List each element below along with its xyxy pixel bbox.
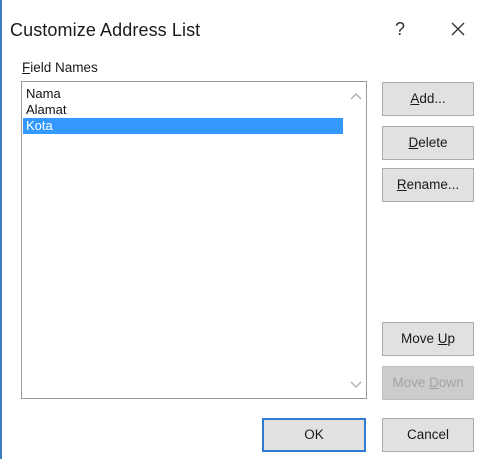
close-button[interactable] — [440, 14, 476, 44]
help-button[interactable]: ? — [382, 14, 418, 44]
ok-button[interactable]: OK — [262, 418, 366, 452]
move-up-accel: U — [437, 331, 448, 346]
add-label: dd... — [419, 91, 446, 106]
move-up-pre: Move — [400, 331, 438, 346]
move-down-button: Move Down — [382, 366, 474, 400]
delete-label: elete — [418, 135, 448, 150]
cancel-button[interactable]: Cancel — [382, 418, 474, 452]
move-down-pre: Move — [392, 375, 430, 390]
customize-address-list-dialog: Customize Address List ? Field Names Nam… — [0, 0, 482, 459]
delete-button[interactable]: Delete — [382, 126, 474, 160]
dialog-title: Customize Address List — [10, 20, 201, 40]
list-item-alamat[interactable]: Alamat — [23, 102, 343, 118]
move-down-rest: own — [438, 375, 464, 390]
field-names-label-text: ield Names — [30, 60, 98, 75]
rename-accel: R — [396, 177, 407, 192]
add-button[interactable]: Add... — [382, 82, 474, 116]
scroll-up-arrow-icon[interactable] — [349, 90, 363, 102]
field-names-accel: F — [22, 60, 31, 75]
scroll-down-arrow-icon[interactable] — [349, 379, 363, 391]
list-item-nama[interactable]: Nama — [23, 86, 343, 102]
delete-accel: D — [408, 135, 419, 150]
move-up-button[interactable]: Move Up — [382, 322, 474, 356]
add-accel: A — [410, 91, 420, 106]
field-names-list[interactable]: Nama Alamat Kota — [21, 81, 367, 399]
move-up-rest: p — [447, 331, 456, 346]
field-names-label: Field Names — [22, 60, 98, 75]
close-icon — [451, 22, 465, 36]
help-icon: ? — [394, 19, 405, 39]
rename-label: ename... — [406, 177, 460, 192]
move-down-accel: D — [429, 375, 439, 390]
rename-button[interactable]: Rename... — [382, 168, 474, 202]
list-item-kota[interactable]: Kota — [23, 118, 343, 134]
title-bar: Customize Address List ? — [2, 0, 482, 44]
